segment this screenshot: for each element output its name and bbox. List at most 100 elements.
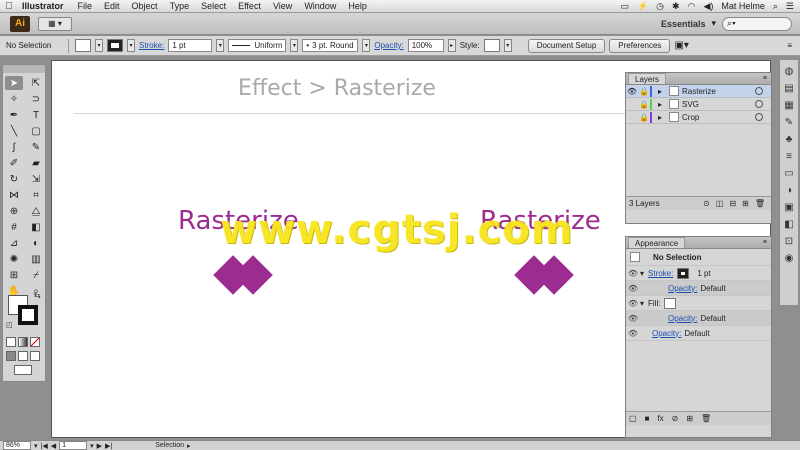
stroke-weight-dropdown-icon[interactable]: ▾ [216, 39, 225, 52]
prev-artboard-icon[interactable]: ◀ [51, 442, 56, 450]
color-panel-icon[interactable]: ◍ [782, 66, 796, 79]
variable-width-profile[interactable]: Uniform [228, 39, 287, 52]
stroke-attribute-swatch[interactable] [677, 267, 690, 279]
fill-attribute-row[interactable]: 👁 ▾ Fill: [626, 296, 771, 311]
menu-object[interactable]: Object [126, 1, 164, 11]
stroke-link[interactable]: Stroke: [139, 41, 164, 50]
column-graph-tool-icon[interactable]: ▥ [27, 252, 45, 266]
transparency-panel-icon[interactable]: ◑ [782, 185, 796, 198]
layer-name[interactable]: Rasterize [682, 87, 755, 96]
blob-brush-tool-icon[interactable]: ✐ [5, 156, 23, 170]
visibility-eye-icon[interactable]: 👁 [626, 329, 640, 338]
opacity-dropdown-icon[interactable]: ▸ [447, 39, 456, 52]
expand-arrow-icon[interactable]: ▸ [654, 113, 666, 122]
status-menu-icon[interactable]: ▸ [187, 442, 191, 450]
symbols-panel-icon[interactable]: ♣ [782, 134, 796, 147]
rotate-tool-icon[interactable]: ↻ [5, 172, 23, 186]
menu-file[interactable]: File [72, 1, 99, 11]
brush-dropdown-icon[interactable]: ▾ [362, 39, 371, 52]
menu-select[interactable]: Select [195, 1, 232, 11]
appearance-panel-menu-icon[interactable]: ≡ [763, 239, 771, 246]
search-field[interactable]: ⌕▾ [722, 16, 792, 31]
stroke-dropdown-icon[interactable]: ▾ [127, 39, 135, 52]
locate-object-icon[interactable]: ⊙ [703, 199, 710, 208]
draw-inside-icon[interactable] [30, 351, 40, 361]
rectangle-tool-icon[interactable]: ▢ [27, 124, 45, 138]
artboard-number-field[interactable]: 1 [59, 441, 88, 450]
swap-fill-stroke-icon[interactable]: ⇆ [34, 291, 41, 300]
magic-wand-tool-icon[interactable]: ✧ [5, 92, 23, 106]
mesh-tool-icon[interactable]: # [5, 220, 23, 234]
panel-menu-icon[interactable]: ≡ [787, 41, 792, 50]
apple-icon[interactable]:  [0, 1, 18, 12]
appearance-tab[interactable]: Appearance [628, 237, 686, 248]
menu-view[interactable]: View [267, 1, 298, 11]
visibility-eye-icon[interactable]: 👁 [626, 314, 640, 323]
menu-type[interactable]: Type [164, 1, 196, 11]
gradient-panel-icon[interactable]: ▭ [782, 168, 796, 181]
expand-arrow-icon[interactable]: ▾ [640, 269, 644, 278]
artboard-dropdown-icon[interactable]: ▾ [90, 442, 94, 450]
layers-panel-icon[interactable]: ◧ [782, 219, 796, 232]
color-guide-icon[interactable]: ▤ [782, 83, 796, 96]
lock-icon[interactable]: 🔒 [638, 113, 650, 122]
fill-swatch[interactable] [75, 39, 91, 52]
object-opacity-value[interactable]: Default [684, 329, 709, 338]
zoom-field[interactable]: 86% [3, 441, 31, 450]
gradient-mode-icon[interactable] [18, 337, 28, 347]
stroke-opacity-value[interactable]: Default [700, 284, 725, 293]
zoom-dropdown-icon[interactable]: ▾ [34, 442, 38, 450]
pen-tool-icon[interactable]: ✒ [5, 108, 23, 122]
time-machine-icon[interactable]: ◷ [656, 1, 664, 12]
arrange-documents-button[interactable]: ▦ ▾ [38, 16, 72, 31]
new-sublayer-icon[interactable]: ⊟ [729, 199, 736, 208]
appearance-panel-icon[interactable]: ◉ [782, 253, 796, 266]
new-layer-icon[interactable]: ⊞ [742, 199, 749, 208]
selection-tool-icon[interactable]: ➤ [5, 76, 23, 90]
eraser-tool-icon[interactable]: ▰ [27, 156, 45, 170]
layer-name[interactable]: SVG [682, 100, 755, 109]
style-dropdown-icon[interactable]: ▾ [503, 39, 512, 52]
free-transform-tool-icon[interactable]: ⌗ [27, 188, 45, 202]
add-fill-icon[interactable]: ■ [645, 414, 650, 423]
opacity-field[interactable]: 100% [407, 39, 444, 52]
slice-tool-icon[interactable]: ⌿ [27, 268, 45, 282]
app-menu[interactable]: Illustrator [18, 1, 72, 11]
perspective-grid-tool-icon[interactable]: ⧋ [27, 204, 45, 218]
draw-behind-icon[interactable] [18, 351, 28, 361]
workspace-chevron-icon[interactable]: ▾ [711, 18, 716, 29]
blend-tool-icon[interactable]: ◐ [27, 236, 45, 250]
last-artboard-icon[interactable]: ▶| [105, 442, 112, 450]
lock-icon[interactable]: 🔒 [638, 100, 650, 109]
visibility-eye-icon[interactable]: 👁 [626, 269, 640, 278]
layer-row[interactable]: 🔒 ▸ Crop [626, 111, 771, 124]
artboards-panel-icon[interactable]: ⊡ [782, 236, 796, 249]
graphic-styles-panel-icon[interactable]: ▣ [782, 202, 796, 215]
profile-dropdown-icon[interactable]: ▾ [290, 39, 299, 52]
menu-help[interactable]: Help [342, 1, 373, 11]
make-clipping-mask-icon[interactable]: ◫ [716, 199, 724, 208]
fill-opacity-link[interactable]: Opacity: [668, 314, 697, 323]
stroke-opacity-link[interactable]: Opacity: [668, 284, 697, 293]
pencil-tool-icon[interactable]: ✎ [27, 140, 45, 154]
bluetooth-icon[interactable]: ✱ [672, 1, 680, 12]
object-opacity-link[interactable]: Opacity: [652, 329, 681, 338]
gradient-tool-icon[interactable]: ◧ [27, 220, 45, 234]
swatches-panel-icon[interactable]: ▦ [782, 100, 796, 113]
stroke-attribute-link[interactable]: Stroke: [648, 269, 673, 278]
menu-edit[interactable]: Edit [98, 1, 126, 11]
screen-mode-icon[interactable] [14, 365, 32, 375]
arrange-icon[interactable]: ▣▾ [674, 40, 688, 51]
target-circle-icon[interactable] [755, 113, 763, 121]
add-stroke-icon[interactable]: ▢ [629, 414, 637, 423]
symbol-sprayer-tool-icon[interactable]: ✺ [5, 252, 23, 266]
layer-name[interactable]: Crop [682, 113, 755, 122]
tools-panel-header[interactable] [3, 65, 45, 73]
visibility-eye-icon[interactable]: 👁 [626, 87, 638, 96]
width-tool-icon[interactable]: ⋈ [5, 188, 23, 202]
layers-panel-menu-icon[interactable]: ≡ [763, 75, 771, 82]
target-circle-icon[interactable] [755, 87, 763, 95]
fill-attribute-label[interactable]: Fill: [648, 299, 660, 308]
expand-arrow-icon[interactable]: ▸ [654, 87, 666, 96]
shape-builder-tool-icon[interactable]: ⊕ [5, 204, 23, 218]
